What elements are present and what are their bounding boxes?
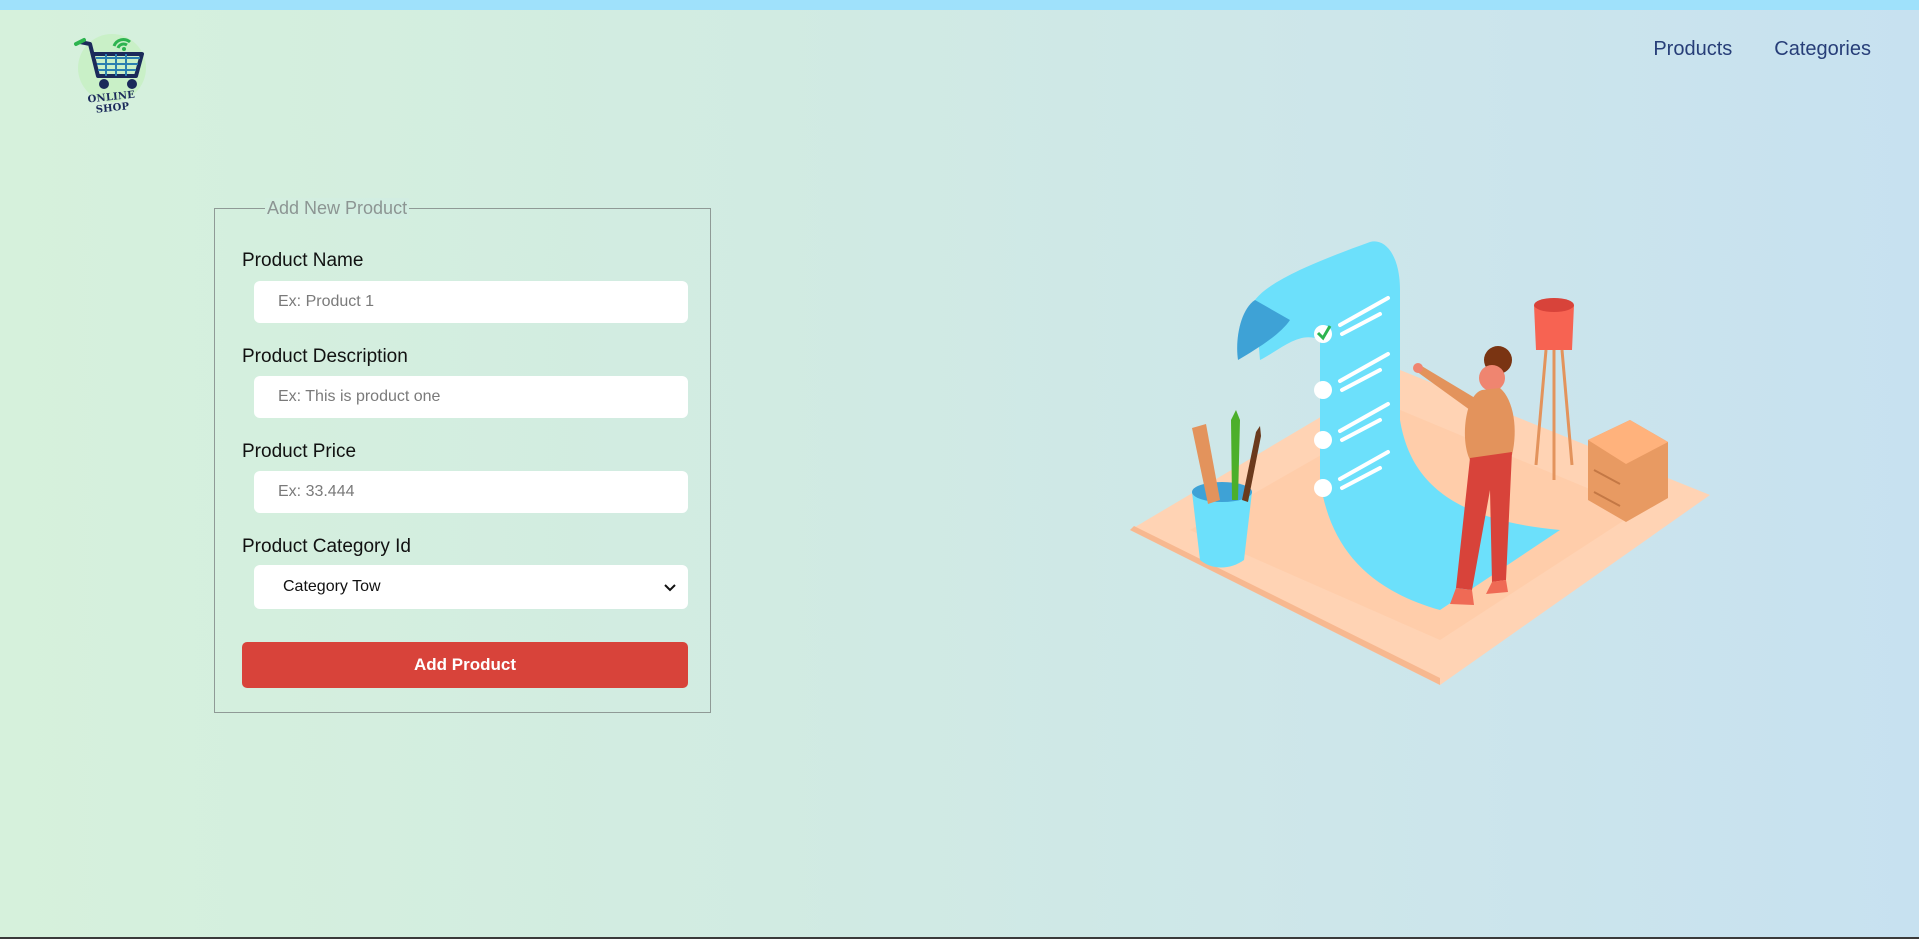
product-name-label: Product Name	[242, 250, 364, 271]
form-legend: Add New Product	[265, 198, 410, 219]
product-category-label: Product Category Id	[242, 536, 411, 557]
top-nav: Products Categories	[1653, 38, 1871, 61]
chevron-down-icon	[664, 579, 676, 595]
add-product-button[interactable]: Add Product	[242, 642, 688, 688]
product-price-input[interactable]	[254, 471, 688, 513]
product-description-label: Product Description	[242, 346, 408, 367]
add-product-fieldset: Add New Product Product Name Product Des…	[214, 198, 711, 713]
product-description-input[interactable]	[254, 376, 688, 418]
product-category-select[interactable]: Category Tow	[254, 565, 688, 609]
nav-link-products[interactable]: Products	[1653, 38, 1732, 61]
product-price-label: Product Price	[242, 441, 357, 462]
logo[interactable]: ONLINE SHOP	[70, 30, 154, 116]
checklist-illustration	[1120, 230, 1720, 690]
product-name-input[interactable]	[254, 281, 688, 323]
top-strip	[0, 0, 1919, 10]
nav-link-categories[interactable]: Categories	[1774, 38, 1871, 61]
category-selected-value: Category Tow	[283, 578, 381, 595]
